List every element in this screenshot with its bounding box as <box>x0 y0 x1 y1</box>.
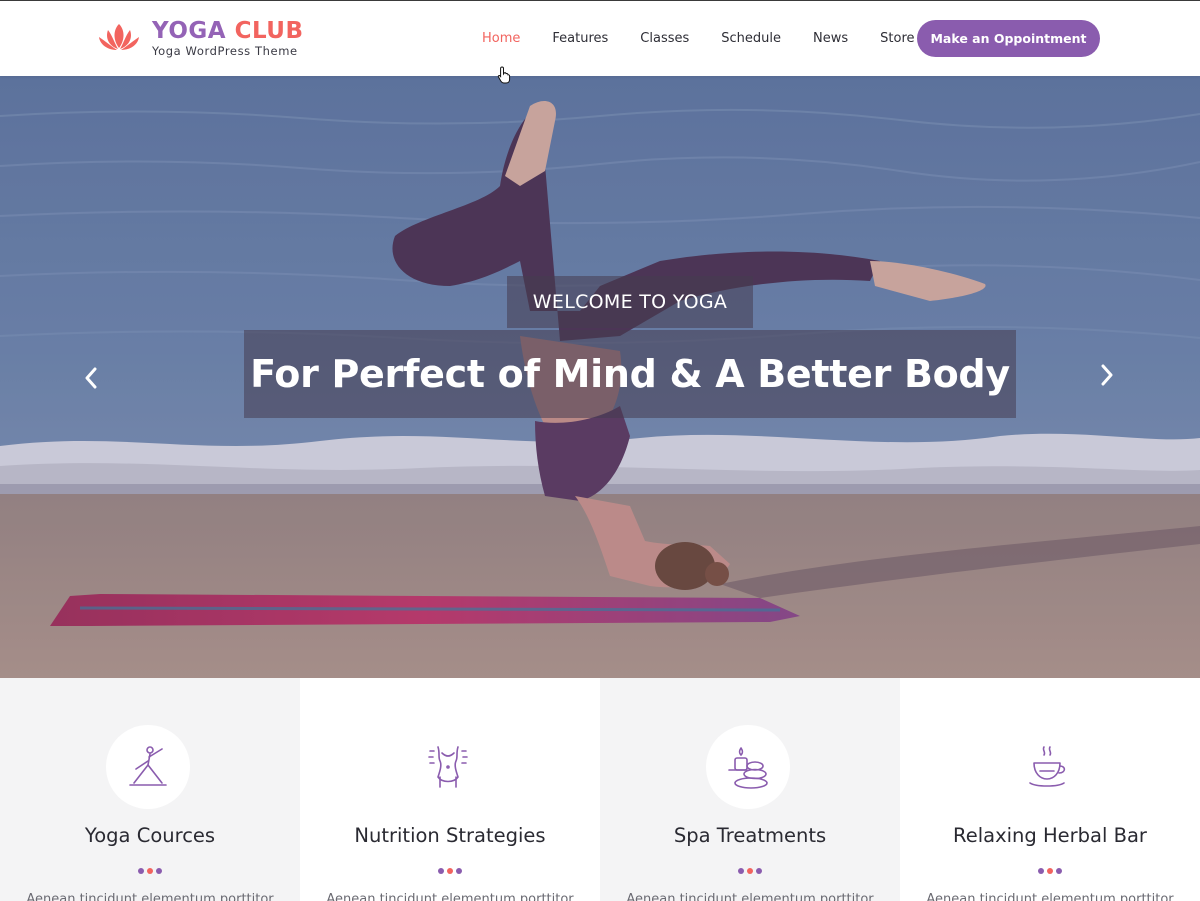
nav-item-schedule[interactable]: Schedule <box>705 1 797 77</box>
feature-title: Yoga Cources <box>84 824 216 847</box>
feature-card[interactable]: Yoga Cources Aenean tincidunt elementum … <box>0 678 300 901</box>
site-logo[interactable]: YOGA CLUB Yoga WordPress Theme <box>96 15 304 61</box>
feature-text: Aenean tincidunt elementum porttitor <box>926 892 1174 901</box>
yoga-pose-icon <box>129 746 167 786</box>
feature-text: Aenean tincidunt elementum porttitor <box>626 892 874 901</box>
feature-card[interactable]: Relaxing Herbal Bar Aenean tincidunt ele… <box>900 678 1200 901</box>
body-figure-icon <box>428 746 468 788</box>
dot <box>156 868 162 874</box>
nav-item-news[interactable]: News <box>797 1 864 77</box>
lotus-icon <box>99 24 139 50</box>
feature-icon-circle <box>1006 725 1090 809</box>
dot <box>447 868 453 874</box>
feature-icon-circle <box>706 725 790 809</box>
logo-text: YOGA CLUB Yoga WordPress Theme <box>152 18 304 58</box>
feature-icon-circle <box>406 725 490 809</box>
dot <box>738 868 744 874</box>
dot <box>438 868 444 874</box>
feature-divider-dots <box>300 868 600 874</box>
dot <box>756 868 762 874</box>
slider-prev-button[interactable] <box>76 358 106 398</box>
feature-title: Relaxing Herbal Bar <box>953 824 1147 847</box>
feature-divider-dots <box>0 868 300 874</box>
dot <box>147 868 153 874</box>
chevron-right-icon <box>1101 364 1113 386</box>
nav-item-classes[interactable]: Classes <box>624 1 705 77</box>
feature-text: Aenean tincidunt elementum porttitor <box>326 892 574 901</box>
feature-divider-dots <box>600 868 900 874</box>
logo-title: YOGA CLUB <box>152 18 304 44</box>
dot <box>138 868 144 874</box>
dot <box>1056 868 1062 874</box>
logo-title-yoga: YOGA <box>152 18 227 44</box>
dot <box>1038 868 1044 874</box>
logo-tagline: Yoga WordPress Theme <box>152 44 298 58</box>
hero-slider: WELCOME TO YOGA For Perfect of Mind & A … <box>0 76 1200 678</box>
dot <box>456 868 462 874</box>
logo-title-club: CLUB <box>234 18 304 44</box>
feature-title: Spa Treatments <box>673 824 827 847</box>
main-nav: Home Features Classes Schedule News Stor… <box>466 1 931 77</box>
feature-icon-circle <box>106 725 190 809</box>
slider-next-button[interactable] <box>1092 355 1122 395</box>
nav-item-features[interactable]: Features <box>536 1 624 77</box>
dot <box>747 868 753 874</box>
hero-headline: For Perfect of Mind & A Better Body <box>244 330 1016 418</box>
features-section: Yoga Cources Aenean tincidunt elementum … <box>0 678 1200 901</box>
make-appointment-button[interactable]: Make an Oppointment <box>917 20 1100 57</box>
feature-card[interactable]: Spa Treatments Aenean tincidunt elementu… <box>600 678 900 901</box>
feature-divider-dots <box>900 868 1200 874</box>
tea-cup-icon <box>1029 746 1066 787</box>
dot <box>1047 868 1053 874</box>
mouse-pointer-icon <box>497 66 511 84</box>
chevron-left-icon <box>85 367 97 389</box>
hero-kicker: WELCOME TO YOGA <box>507 276 753 328</box>
feature-title: Nutrition Strategies <box>354 824 546 847</box>
feature-card[interactable]: Nutrition Strategies Aenean tincidunt el… <box>300 678 600 901</box>
spa-stones-candle-icon <box>728 747 768 789</box>
feature-text: Aenean tincidunt elementum porttitor <box>26 892 274 901</box>
site-header: YOGA CLUB Yoga WordPress Theme Home Feat… <box>0 0 1200 76</box>
